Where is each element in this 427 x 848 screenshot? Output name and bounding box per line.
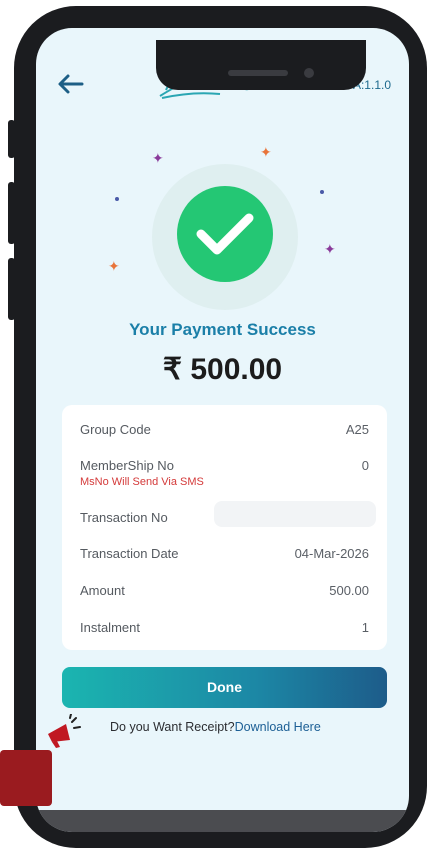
decor-dot [320, 190, 324, 194]
amount-label: Amount [80, 583, 125, 598]
transaction-date-value: 04-Mar-2026 [294, 546, 369, 561]
group-code-label: Group Code [80, 422, 151, 437]
group-code-value: A25 [345, 422, 369, 437]
amount-value: 500.00 [329, 583, 369, 598]
membership-note: MsNo Will Send Via SMS [80, 476, 204, 488]
phone-side-button [8, 182, 15, 244]
transaction-no-value [214, 501, 376, 527]
phone-notch [156, 40, 366, 90]
sparkle-icon: ✦ [324, 242, 336, 258]
detail-row-instalment: Instalment 1 [80, 620, 369, 635]
payment-status-title: Your Payment Success [129, 320, 316, 339]
check-circle-icon [177, 186, 273, 282]
detail-row-group-code: Group Code A25 [80, 422, 369, 437]
instalment-value: 1 [361, 620, 369, 635]
app-screen: Rtm VA:1.1.0 ✦ ✦ ✦ ✦ Your Payment Succes… [36, 28, 409, 832]
transaction-date-label: Transaction Date [80, 546, 179, 561]
arrow-left-icon[interactable] [56, 72, 84, 96]
detail-row-amount: Amount 500.00 [80, 583, 369, 598]
receipt-prompt: Do you Want Receipt?Download Here [110, 720, 321, 734]
detail-row-membership: MemberShip No 0 MsNo Will Send Via SMS [80, 458, 369, 488]
camera-dot [304, 68, 314, 78]
sparkle-icon: ✦ [152, 151, 164, 167]
transaction-details-card: Group Code A25 MemberShip No 0 MsNo Will… [62, 405, 387, 650]
membership-label: MemberShip No [80, 458, 174, 473]
download-receipt-link[interactable]: Download Here [235, 720, 321, 734]
instalment-label: Instalment [80, 620, 140, 635]
sparkle-icon: ✦ [108, 259, 120, 275]
receipt-question: Do you Want Receipt? [110, 720, 235, 734]
payment-amount: ₹ 500.00 [162, 353, 283, 386]
transaction-no-label: Transaction No [80, 510, 168, 525]
decor-dot [115, 197, 119, 201]
floating-red-block [0, 750, 52, 806]
phone-side-button [8, 258, 15, 320]
system-navigation-bar [36, 810, 409, 832]
membership-value: 0 [361, 458, 369, 473]
done-button[interactable]: Done [62, 667, 387, 708]
sparkle-icon: ✦ [260, 145, 272, 161]
phone-side-button [8, 120, 15, 158]
megaphone-icon [44, 713, 84, 748]
detail-row-transaction-date: Transaction Date 04-Mar-2026 [80, 546, 369, 561]
speaker-slot [228, 70, 288, 76]
